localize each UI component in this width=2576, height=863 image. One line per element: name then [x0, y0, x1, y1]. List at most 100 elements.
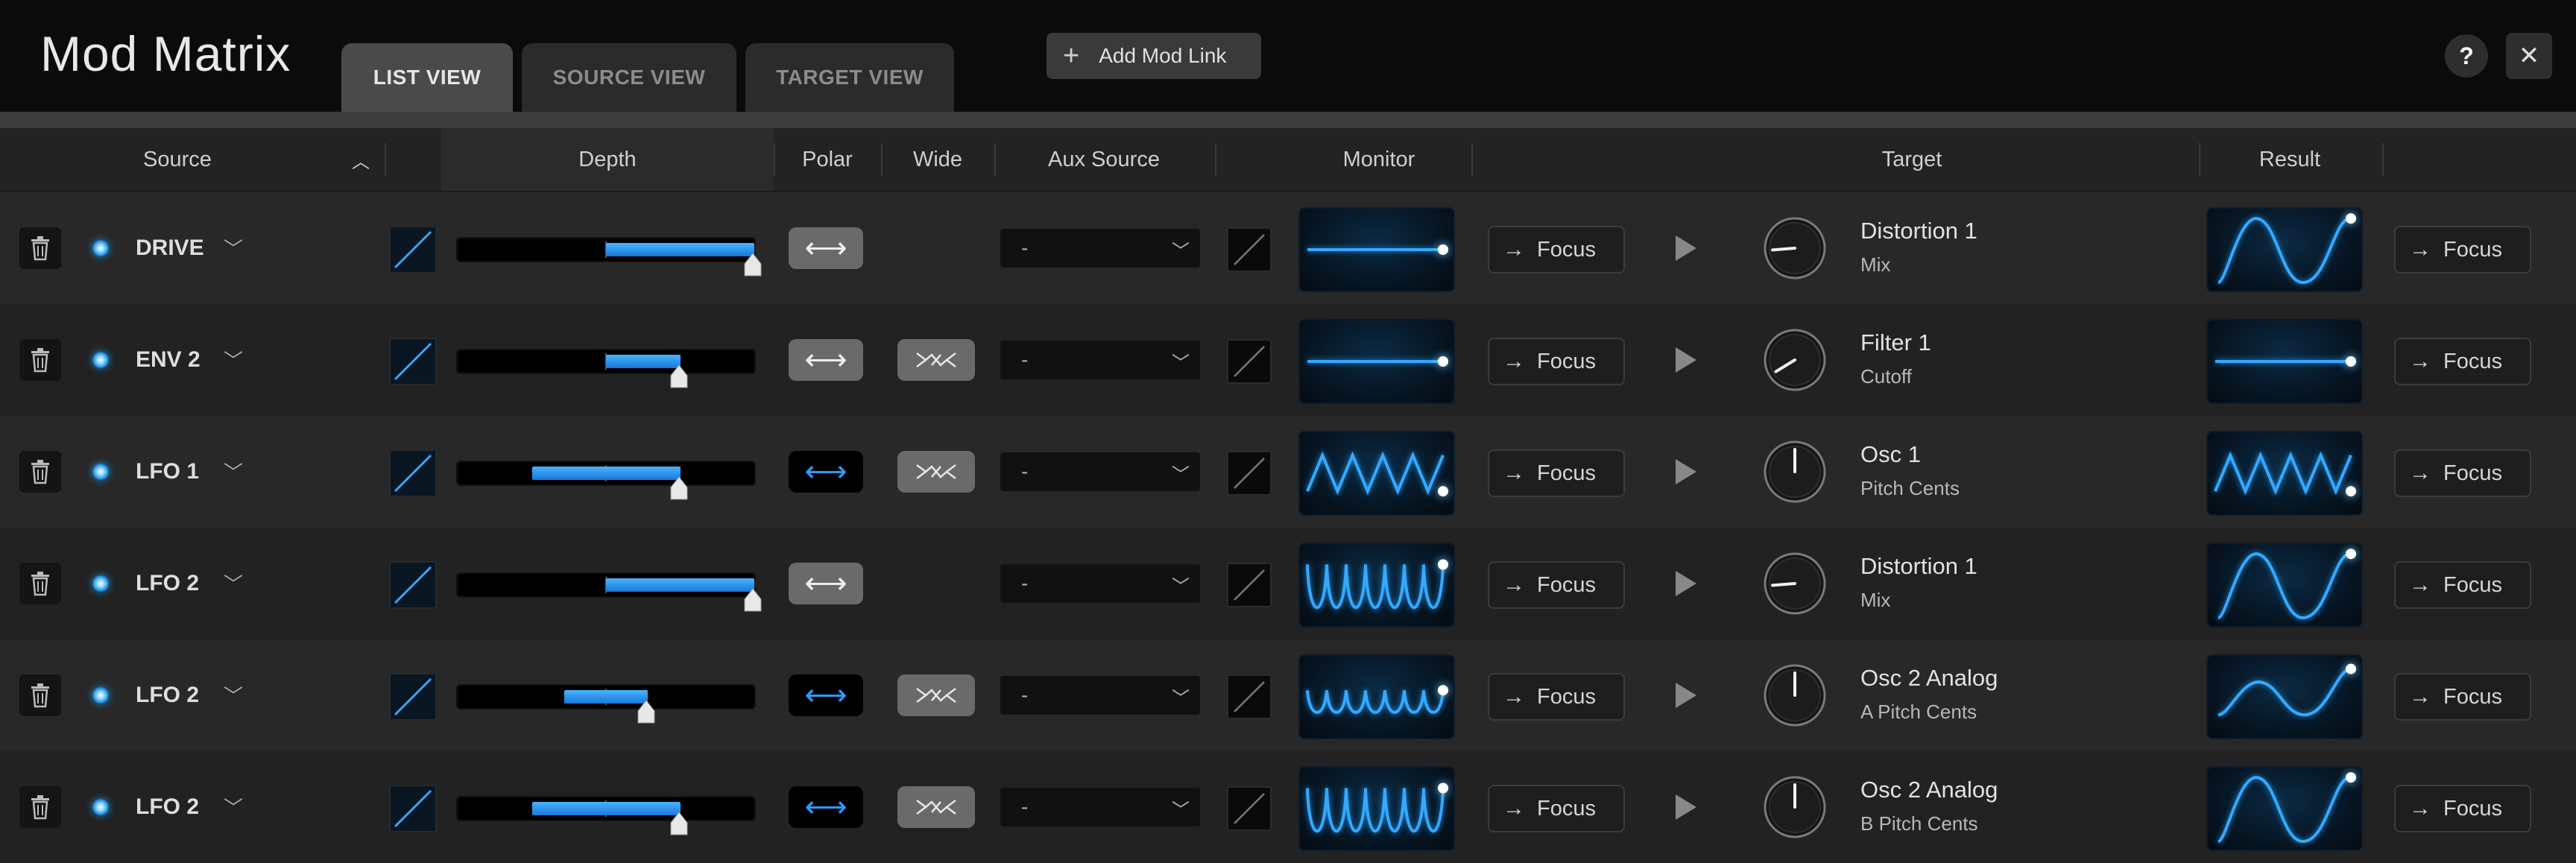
polar-button[interactable]: ⟷	[789, 563, 863, 604]
depth-thumb[interactable]	[669, 812, 689, 836]
source-name[interactable]: LFO 2	[136, 683, 199, 708]
chevron-down-icon[interactable]: ﹀	[224, 346, 243, 373]
header-aux-source[interactable]: Aux Source	[996, 128, 1212, 191]
header-depth[interactable]: Depth	[441, 128, 774, 191]
chevron-down-icon[interactable]: ﹀	[224, 681, 243, 709]
depth-thumb[interactable]	[669, 477, 689, 501]
help-button[interactable]: ?	[2445, 34, 2488, 78]
chevron-down-icon[interactable]: ﹀	[224, 793, 243, 821]
tab-list-view[interactable]: LIST VIEW	[341, 43, 513, 112]
delete-button[interactable]	[19, 674, 61, 716]
play-icon[interactable]	[1676, 459, 1696, 484]
wide-button[interactable]	[897, 451, 975, 493]
curve-button[interactable]	[389, 785, 437, 832]
enable-led[interactable]	[92, 352, 109, 368]
source-focus-button[interactable]: → Focus	[1488, 785, 1625, 832]
chevron-down-icon[interactable]: ﹀	[224, 458, 243, 485]
target-knob[interactable]	[1764, 440, 1826, 503]
chevron-down-icon[interactable]: ﹀	[224, 569, 243, 597]
header-wide[interactable]: Wide	[883, 128, 993, 191]
polar-button[interactable]: ⟷	[789, 227, 863, 269]
polar-button[interactable]: ⟷	[789, 674, 863, 716]
aux-source-select[interactable]: - ﹀	[1000, 229, 1200, 268]
header-polar[interactable]: Polar	[775, 128, 880, 191]
enable-led[interactable]	[92, 687, 109, 704]
depth-thumb[interactable]	[743, 589, 763, 613]
target-knob[interactable]	[1764, 329, 1826, 391]
aux-source-select[interactable]: - ﹀	[1000, 788, 1200, 826]
source-name[interactable]: LFO 2	[136, 794, 199, 820]
source-name[interactable]: LFO 2	[136, 571, 199, 596]
source-focus-button[interactable]: → Focus	[1488, 449, 1625, 497]
depth-slider[interactable]	[456, 461, 756, 486]
play-icon[interactable]	[1676, 571, 1696, 596]
target-knob[interactable]	[1764, 776, 1826, 838]
depth-slider[interactable]	[456, 796, 756, 821]
target-knob[interactable]	[1764, 217, 1826, 279]
target-focus-button[interactable]: → Focus	[2394, 226, 2531, 274]
depth-slider[interactable]	[456, 237, 756, 262]
target-name[interactable]: Osc 2 Analog	[1860, 665, 1998, 692]
curve-button[interactable]	[389, 673, 437, 721]
target-knob[interactable]	[1764, 664, 1826, 727]
depth-thumb[interactable]	[669, 365, 689, 389]
aux-source-select[interactable]: - ﹀	[1000, 341, 1200, 379]
target-focus-button[interactable]: → Focus	[2394, 561, 2531, 609]
play-icon[interactable]	[1676, 683, 1696, 708]
delete-button[interactable]	[19, 786, 61, 828]
target-name[interactable]: Distortion 1	[1860, 218, 1977, 244]
depth-thumb[interactable]	[743, 253, 763, 277]
enable-led[interactable]	[92, 575, 109, 592]
target-name[interactable]: Osc 2 Analog	[1860, 777, 1998, 803]
target-name[interactable]: Filter 1	[1860, 329, 1931, 356]
play-icon[interactable]	[1676, 235, 1696, 261]
aux-source-select[interactable]: - ﹀	[1000, 676, 1200, 715]
source-name[interactable]: LFO 1	[136, 459, 199, 484]
target-focus-button[interactable]: → Focus	[2394, 449, 2531, 497]
wide-button[interactable]	[897, 339, 975, 381]
close-button[interactable]: ✕	[2506, 33, 2552, 79]
source-focus-button[interactable]: → Focus	[1488, 338, 1625, 385]
chevron-down-icon[interactable]: ﹀	[224, 234, 243, 262]
target-name[interactable]: Osc 1	[1860, 441, 1921, 468]
enable-led[interactable]	[92, 240, 109, 256]
header-target[interactable]: Target	[1759, 128, 2065, 191]
polar-button[interactable]: ⟷	[789, 786, 863, 828]
source-focus-button[interactable]: → Focus	[1488, 561, 1625, 609]
target-focus-button[interactable]: → Focus	[2394, 673, 2531, 721]
depth-thumb[interactable]	[637, 701, 656, 724]
curve-button[interactable]	[389, 561, 437, 609]
curve-button[interactable]	[389, 226, 437, 274]
target-focus-button[interactable]: → Focus	[2394, 338, 2531, 385]
play-icon[interactable]	[1676, 794, 1696, 820]
source-name[interactable]: DRIVE	[136, 235, 204, 261]
depth-slider[interactable]	[456, 572, 756, 598]
sort-up-icon[interactable]: ︿	[344, 128, 377, 191]
aux-curve-button[interactable]	[1227, 339, 1272, 384]
header-source[interactable]: Source	[0, 128, 355, 191]
aux-source-select[interactable]: - ﹀	[1000, 452, 1200, 491]
source-focus-button[interactable]: → Focus	[1488, 226, 1625, 274]
target-knob[interactable]	[1764, 552, 1826, 615]
aux-curve-button[interactable]	[1227, 563, 1272, 607]
tab-target-view[interactable]: TARGET VIEW	[745, 43, 954, 112]
wide-button[interactable]	[897, 786, 975, 828]
depth-slider[interactable]	[456, 349, 756, 374]
polar-button[interactable]: ⟷	[789, 339, 863, 381]
source-focus-button[interactable]: → Focus	[1488, 673, 1625, 721]
polar-button[interactable]: ⟷	[789, 451, 863, 493]
curve-button[interactable]	[389, 449, 437, 497]
aux-curve-button[interactable]	[1227, 451, 1272, 496]
play-icon[interactable]	[1676, 347, 1696, 373]
aux-curve-button[interactable]	[1227, 227, 1272, 272]
delete-button[interactable]	[19, 339, 61, 381]
add-mod-link-button[interactable]: + Add Mod Link	[1046, 33, 1261, 79]
aux-curve-button[interactable]	[1227, 674, 1272, 719]
aux-source-select[interactable]: - ﹀	[1000, 564, 1200, 603]
header-monitor[interactable]: Monitor	[1267, 128, 1491, 191]
aux-curve-button[interactable]	[1227, 786, 1272, 831]
wide-button[interactable]	[897, 674, 975, 716]
source-name[interactable]: ENV 2	[136, 347, 201, 373]
enable-led[interactable]	[92, 799, 109, 815]
tab-source-view[interactable]: SOURCE VIEW	[522, 43, 736, 112]
